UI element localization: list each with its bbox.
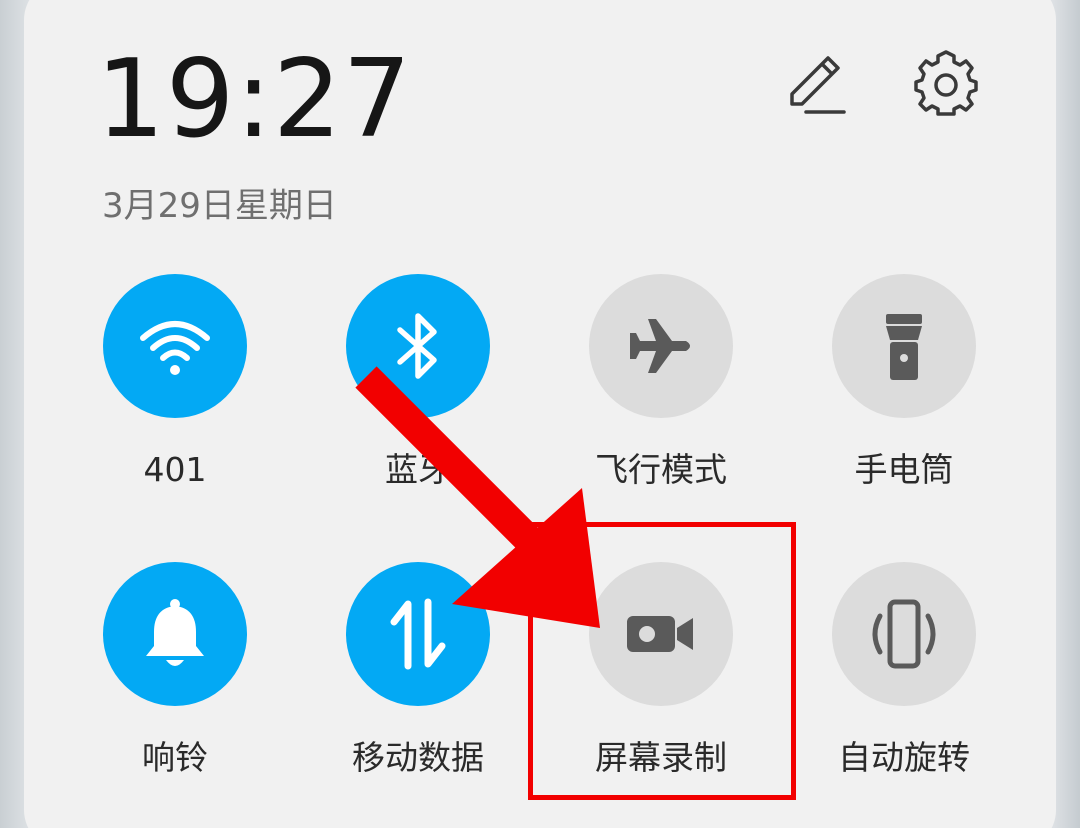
clock: 19:27	[96, 37, 413, 162]
flashlight-icon	[886, 314, 922, 380]
bell-icon	[146, 599, 204, 666]
pencil-icon[interactable]	[780, 50, 852, 122]
tile-flashlight[interactable]: 手电筒	[824, 274, 984, 490]
airplane-toggle[interactable]	[589, 274, 733, 418]
tile-label-airplane-mode: 飞行模式	[595, 450, 727, 489]
flashlight-toggle[interactable]	[832, 274, 976, 418]
ring-toggle[interactable]	[103, 562, 247, 706]
auto-rotate-icon	[872, 599, 936, 669]
mobile-data-toggle[interactable]	[346, 562, 490, 706]
tile-label-flashlight: 手电筒	[854, 450, 954, 489]
tile-ring[interactable]: 响铃	[95, 562, 255, 778]
bluetooth-toggle[interactable]	[346, 274, 490, 418]
tile-label-mobile-data: 移动数据	[352, 738, 484, 777]
tile-label-ring: 响铃	[142, 738, 208, 777]
mobile-data-icon	[390, 598, 446, 670]
tile-label-auto-rotate: 自动旋转	[838, 738, 970, 777]
tile-bluetooth[interactable]: 蓝牙	[338, 274, 498, 490]
wifi-toggle[interactable]	[103, 274, 247, 418]
tile-label-bluetooth: 蓝牙	[385, 450, 451, 489]
highlight-box	[528, 522, 796, 800]
auto-rotate-toggle[interactable]	[832, 562, 976, 706]
airplane-icon	[630, 319, 690, 373]
tile-airplane-mode[interactable]: 飞行模式	[581, 274, 741, 490]
gear-icon[interactable]	[910, 48, 982, 120]
date-label: 3月29日星期日	[102, 186, 337, 226]
tile-auto-rotate[interactable]: 自动旋转	[824, 562, 984, 778]
bluetooth-icon	[397, 313, 437, 379]
tile-label-wifi: 401	[143, 450, 207, 489]
tile-mobile-data[interactable]: 移动数据	[338, 562, 498, 778]
tile-wifi[interactable]: 401	[95, 274, 255, 490]
wifi-icon	[140, 321, 210, 375]
